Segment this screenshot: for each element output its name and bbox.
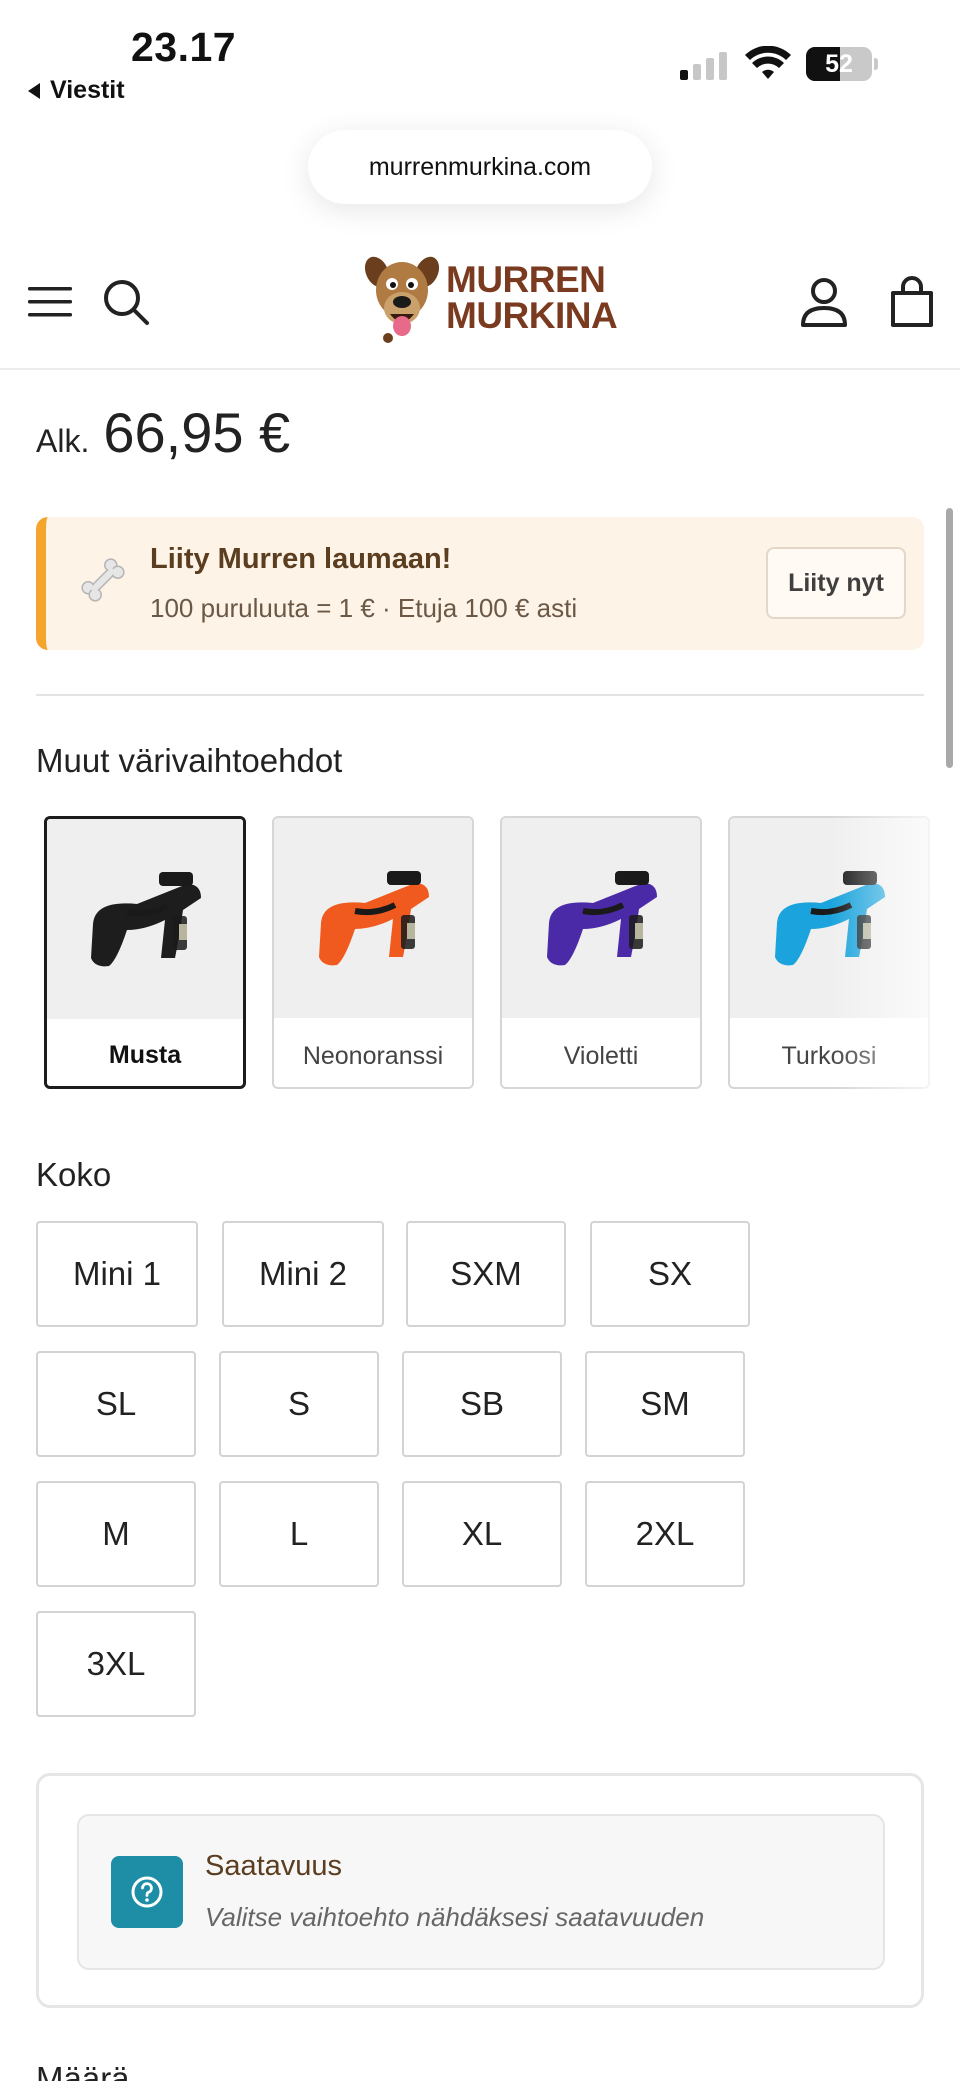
battery-icon: 52 (806, 47, 872, 81)
size-option-s[interactable]: S (219, 1351, 379, 1457)
cart-icon[interactable] (882, 272, 942, 332)
size-option-sm[interactable]: SM (585, 1351, 745, 1457)
color-option-thumbnail (730, 818, 928, 1018)
join-now-button[interactable]: Liity nyt (766, 547, 906, 619)
color-option-neonoranssi[interactable]: Neonoranssi (272, 816, 474, 1089)
url-text: murrenmurkina.com (368, 152, 592, 181)
site-logo[interactable]: MURREN MURKINA (364, 250, 618, 346)
logo-wordmark: MURREN MURKINA (446, 259, 618, 336)
availability-card: Saatavuus Valitse vaihtoehto nähdäksesi … (77, 1814, 885, 1970)
harness-image (319, 871, 429, 966)
cellular-signal-icon (680, 52, 727, 80)
product-price: Alk. 66,95 € (36, 400, 290, 465)
back-to-messages[interactable]: Viestit (28, 76, 125, 105)
account-icon[interactable] (794, 272, 854, 332)
search-icon[interactable] (96, 272, 156, 332)
color-option-turkoosi[interactable]: Turkoosi (728, 816, 930, 1089)
size-option-xl[interactable]: XL (402, 1481, 562, 1587)
page-scrollbar[interactable] (946, 508, 953, 768)
color-options-heading: Muut värivaihtoehdot (36, 742, 343, 779)
size-option-sxm[interactable]: SXM (406, 1221, 566, 1327)
color-options-list: Musta Neonoranssi Violetti Turkoosi (44, 816, 944, 1092)
size-option-l[interactable]: L (219, 1481, 379, 1587)
availability-subtitle: Valitse vaihtoehto nähdäksesi saatavuude… (205, 1902, 705, 1932)
quantity-heading: Määrä (36, 2060, 130, 2081)
size-option-mini-1[interactable]: Mini 1 (36, 1221, 198, 1327)
size-option-2xl[interactable]: 2XL (585, 1481, 745, 1587)
color-option-label: Neonoranssi (302, 1042, 444, 1070)
menu-icon[interactable] (20, 272, 80, 332)
section-divider (36, 694, 924, 696)
availability-title: Saatavuus (205, 1850, 343, 1882)
question-icon (111, 1856, 183, 1928)
color-option-musta[interactable]: Musta (44, 816, 246, 1089)
price-prefix: Alk. (36, 423, 90, 459)
size-option-3xl[interactable]: 3XL (36, 1611, 196, 1717)
harness-image (91, 872, 201, 967)
status-time: 23.17 (131, 24, 237, 70)
color-option-label: Musta (108, 1041, 182, 1069)
color-option-label: Violetti (563, 1042, 639, 1070)
site-header: MURREN MURKINA (0, 232, 960, 370)
size-heading: Koko (36, 1156, 112, 1193)
color-option-label: Turkoosi (781, 1042, 877, 1070)
back-arrow-icon (28, 82, 40, 99)
logo-line-2: MURKINA (446, 295, 618, 336)
size-option-mini-2[interactable]: Mini 2 (222, 1221, 384, 1327)
availability-panel: Saatavuus Valitse vaihtoehto nähdäksesi … (36, 1773, 924, 2008)
color-option-thumbnail (47, 819, 243, 1019)
size-option-sb[interactable]: SB (402, 1351, 562, 1457)
loyalty-banner: Liity Murren laumaan! 100 puruluuta = 1 … (36, 517, 924, 650)
size-option-m[interactable]: M (36, 1481, 196, 1587)
size-option-sl[interactable]: SL (36, 1351, 196, 1457)
color-option-violetti[interactable]: Violetti (500, 816, 702, 1089)
color-option-thumbnail (502, 818, 700, 1018)
back-label: Viestit (50, 76, 125, 104)
bone-icon (81, 558, 125, 602)
harness-image (775, 871, 885, 966)
loyalty-subtitle: 100 puruluuta = 1 € · Etuja 100 € asti (150, 593, 578, 623)
harness-image (547, 871, 657, 966)
size-option-sx[interactable]: SX (590, 1221, 750, 1327)
logo-line-1: MURREN (446, 259, 606, 300)
color-option-thumbnail (274, 818, 472, 1018)
wifi-icon (745, 46, 791, 79)
loyalty-title: Liity Murren laumaan! (150, 543, 452, 575)
dog-mascot-icon (364, 256, 440, 343)
address-bar[interactable]: murrenmurkina.com (308, 130, 652, 204)
battery-nub (874, 58, 878, 70)
price-value: 66,95 € (103, 401, 291, 464)
battery-percent: 52 (825, 50, 853, 78)
